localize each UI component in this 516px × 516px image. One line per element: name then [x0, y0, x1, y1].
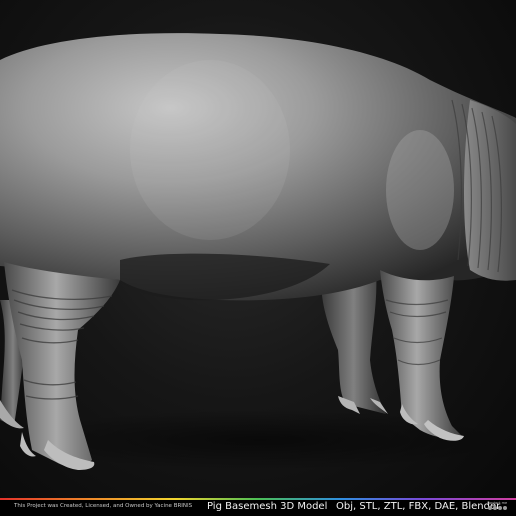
- footer-bar: This Project was Created, Licensed, and …: [0, 498, 516, 516]
- social-icon[interactable]: [497, 506, 502, 510]
- near-front-leg: [380, 270, 462, 438]
- rainbow-stripe: [0, 498, 516, 500]
- social-links: Contact me: [484, 501, 510, 510]
- render-viewport: This Project was Created, Licensed, and …: [0, 0, 516, 516]
- social-icon[interactable]: [502, 506, 507, 510]
- contact-label: Contact me: [486, 501, 508, 505]
- file-formats: Obj, STL, ZTL, FBX, DAE, Blender: [336, 501, 501, 512]
- pig-render: [0, 33, 516, 470]
- model-title: Pig Basemesh 3D Model: [207, 501, 328, 512]
- social-icon[interactable]: [487, 506, 492, 510]
- credit-text: This Project was Created, Licensed, and …: [14, 503, 193, 509]
- social-icon[interactable]: [492, 506, 497, 510]
